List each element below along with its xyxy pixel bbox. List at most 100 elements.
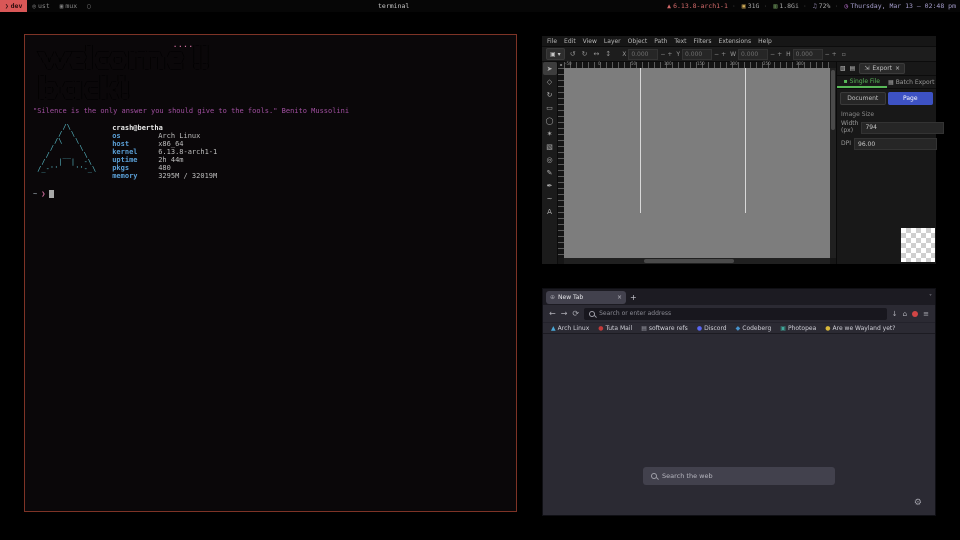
terminal-window[interactable]: ···· _ _ _ __ _____| | ___ ___ _ __ ___ … (24, 34, 517, 512)
workspace-item[interactable]: ❯ dev (0, 0, 27, 12)
tool-button[interactable]: A (543, 205, 557, 218)
fetch-row: host x86_64 (112, 140, 217, 148)
bookmark-item[interactable]: ▣ Photopea (780, 325, 816, 332)
bookmark-item[interactable]: ● Tuta Mail (598, 325, 632, 332)
tool-button[interactable]: ✒ (543, 179, 557, 192)
stepper-minus-icon[interactable]: − (825, 51, 830, 58)
stepper-minus-icon[interactable]: − (660, 51, 665, 58)
coordinate-field[interactable]: Y 0.000 − + (676, 49, 726, 60)
toolbar-icon[interactable]: ↻ (582, 50, 588, 58)
export-dialog-tab[interactable]: ⇲ Export × (859, 63, 905, 74)
batch-export-icon: ▦ (888, 79, 894, 86)
menu-item[interactable]: Layer (604, 38, 621, 45)
ascii-art-line: |_.__/ \__,_|\___|_|\_\(_) (33, 94, 508, 100)
active-tab[interactable]: ⊕ New Tab × (546, 291, 626, 304)
shell-prompt[interactable]: ~ ❯ (33, 190, 508, 198)
menu-item[interactable]: Edit (564, 38, 576, 45)
menu-item[interactable]: Object (628, 38, 648, 45)
status-module-text: Thursday, Mar 13 — 02:48 pm (850, 2, 956, 10)
drawing-canvas[interactable] (564, 68, 830, 258)
web-search-input[interactable]: Search the web (643, 467, 835, 485)
url-placeholder: Search or enter address (599, 310, 671, 317)
list-all-tabs-icon[interactable]: ˅ (929, 294, 932, 301)
layers-dialog-icon[interactable]: ▤ (850, 65, 856, 72)
status-module: ◷ Thursday, Mar 13 — 02:48 pm (830, 0, 956, 12)
back-button[interactable]: ← (549, 309, 556, 318)
field-value[interactable]: 0.000 (682, 49, 712, 60)
lock-ratio-icon[interactable]: ▫ (842, 51, 846, 58)
forward-button[interactable]: → (561, 309, 568, 318)
stepper-plus-icon[interactable]: + (721, 51, 726, 58)
stepper-minus-icon[interactable]: − (714, 51, 719, 58)
reload-button[interactable]: ⟳ (572, 309, 579, 318)
workspace-item[interactable]: ◎ ust (27, 0, 54, 12)
tool-button[interactable]: ↻ (543, 88, 557, 101)
bookmark-item[interactable]: ▤ software refs (641, 325, 688, 332)
tool-button[interactable]: ◇ (543, 75, 557, 88)
workspace-item[interactable]: ▣ mux (55, 0, 82, 12)
coordinate-field[interactable]: H 0.000 − + (786, 49, 837, 60)
field-label: Y (676, 51, 680, 58)
menu-item[interactable]: View (583, 38, 597, 45)
tool-icon: ▭ (546, 104, 553, 112)
bookmark-item[interactable]: ▲ Arch Linux (551, 325, 589, 332)
stepper-plus-icon[interactable]: + (777, 51, 782, 58)
tab-single-file[interactable]: ▪ Single File (837, 76, 887, 88)
field-value[interactable]: 0.000 (738, 49, 768, 60)
tool-button[interactable]: ✎ (543, 166, 557, 179)
width-label: Width (px) (841, 121, 858, 134)
export-area-toggle: Document Page (837, 89, 936, 108)
tool-button[interactable]: ▧ (543, 140, 557, 153)
fetch-value: 6.13.8-arch1-1 (158, 148, 217, 156)
page-button[interactable]: Page (888, 92, 934, 105)
dpi-field[interactable] (854, 138, 937, 150)
tool-button[interactable]: ~ (543, 192, 557, 205)
tool-button[interactable]: ▭ (543, 101, 557, 114)
tab-batch-export[interactable]: ▦ Batch Export (887, 76, 937, 88)
tool-button[interactable]: ✶ (543, 127, 557, 140)
stepper-plus-icon[interactable]: + (667, 51, 672, 58)
toolbar-icon[interactable]: ↕ (605, 50, 611, 58)
canvas-horizontal-scrollbar[interactable] (564, 258, 830, 264)
bookmark-item[interactable]: ● Discord (697, 325, 727, 332)
status-module-text: 6.13.8-arch1-1 (673, 2, 728, 10)
gear-icon[interactable]: ⚙ (914, 498, 922, 508)
bookmark-item[interactable]: ◆ Codeberg (736, 325, 772, 332)
document-button[interactable]: Document (840, 92, 886, 105)
download-icon[interactable]: ↓ (892, 310, 898, 318)
tool-button[interactable]: ◯ (543, 114, 557, 127)
menu-item[interactable]: Filters (694, 38, 712, 45)
coordinate-field[interactable]: W 0.000 − + (730, 49, 782, 60)
menu-item[interactable]: Text (674, 38, 686, 45)
tab-close-icon[interactable]: × (617, 294, 622, 301)
ascii-art-dots: ···· (173, 43, 194, 51)
field-label: X (622, 51, 626, 58)
stepper-plus-icon[interactable]: + (832, 51, 837, 58)
extension-icon[interactable] (912, 311, 918, 317)
workspace-label: dev (11, 2, 23, 10)
coordinate-field[interactable]: X 0.000 − + (622, 49, 672, 60)
toolbar-icon[interactable]: ↔ (593, 50, 599, 58)
stepper-minus-icon[interactable]: − (770, 51, 775, 58)
home-icon[interactable]: ⌂ (903, 310, 907, 318)
width-field[interactable] (861, 122, 944, 134)
objects-dialog-icon[interactable]: ▧ (840, 65, 846, 72)
menu-item[interactable]: Extensions (719, 38, 752, 45)
tool-button[interactable]: ➤ (543, 62, 557, 75)
new-tab-button[interactable]: + (630, 293, 637, 302)
field-value[interactable]: 0.000 (628, 49, 658, 60)
tool-button[interactable]: ◎ (543, 153, 557, 166)
close-icon[interactable]: × (895, 65, 900, 72)
bookmark-label: Photopea (788, 325, 816, 332)
menu-item[interactable]: Help (758, 38, 772, 45)
workspace-item[interactable]: ▢ (82, 0, 98, 12)
menu-item[interactable]: File (547, 38, 557, 45)
selection-mode-dropdown[interactable]: ▣ ▾ (546, 48, 565, 60)
menu-item[interactable]: Path (654, 38, 667, 45)
bookmark-item[interactable]: ● Are we Wayland yet? (825, 325, 895, 332)
fetch-row: memory 3295M / 32019M (112, 172, 217, 180)
field-value[interactable]: 0.000 (793, 49, 823, 60)
url-bar[interactable]: Search or enter address (584, 308, 887, 320)
toolbar-icon[interactable]: ↺ (570, 50, 576, 58)
menu-icon[interactable]: ≡ (923, 310, 929, 318)
